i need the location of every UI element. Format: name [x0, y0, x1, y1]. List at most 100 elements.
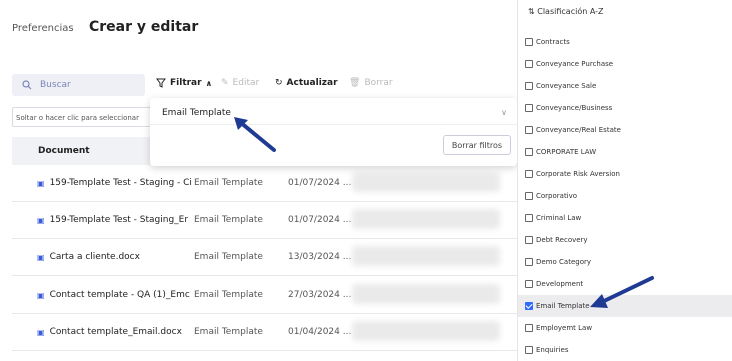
document-icon: ▣: [37, 327, 45, 337]
delete-label: Borrar: [364, 78, 393, 88]
row-category: Email Template: [194, 178, 263, 188]
category-option[interactable]: Debt Recovery: [518, 229, 732, 251]
category-checkbox[interactable]: [525, 214, 533, 222]
category-option-label: Contracts: [536, 38, 570, 46]
category-option[interactable]: Development: [518, 273, 732, 295]
category-option[interactable]: Criminal Law: [518, 207, 732, 229]
filter-select-value[interactable]: Email Template: [162, 108, 231, 118]
file-drop-zone[interactable]: Soltar o hacer clic para seleccionar: [12, 107, 160, 127]
screen: Preferencias Crear y editar Buscar Filtr…: [0, 0, 732, 361]
search-input[interactable]: Buscar: [12, 74, 145, 96]
blurred-content: [352, 246, 500, 266]
category-option[interactable]: CORPORATE LAW: [518, 141, 732, 163]
category-checkbox[interactable]: [525, 170, 533, 178]
category-checkbox[interactable]: [525, 280, 533, 288]
filter-button[interactable]: Filtrar ∧: [156, 78, 212, 88]
category-checkbox[interactable]: [525, 104, 533, 112]
category-option[interactable]: Contracts: [518, 31, 732, 53]
search-placeholder: Buscar: [40, 80, 71, 90]
category-checkbox[interactable]: [525, 324, 533, 332]
row-document[interactable]: Contact template_Email.docx: [50, 327, 182, 337]
sort-icon: ⇅: [528, 7, 535, 16]
category-option[interactable]: Employemt Law: [518, 317, 732, 339]
category-option-label: Demo Category: [536, 258, 591, 266]
category-dropdown-panel: ⇅ Clasificación A-Z Contracts Conveyance …: [517, 0, 732, 361]
pencil-icon: ✎: [221, 78, 229, 88]
blurred-content: [352, 321, 500, 341]
row-date: 01/07/2024 ...: [288, 215, 352, 225]
blurred-content: [352, 209, 500, 229]
search-icon: [22, 80, 32, 90]
table-row[interactable]: ▣ Carta a cliente.docx Email Template 13/…: [12, 238, 517, 276]
filter-panel: Email Template ∨ Borrar filtros: [150, 98, 517, 166]
category-option-label: Debt Recovery: [536, 236, 588, 244]
chevron-down-icon[interactable]: ∨: [501, 108, 507, 117]
category-option-label: Development: [536, 280, 584, 288]
category-option[interactable]: Conveyance Sale: [518, 75, 732, 97]
filter-label: Filtrar: [170, 78, 202, 88]
category-option[interactable]: Conveyance/Business: [518, 97, 732, 119]
row-date: 01/07/2024 ...: [288, 178, 352, 188]
category-option[interactable]: Demo Category: [518, 251, 732, 273]
sort-label: Clasificación A-Z: [537, 7, 604, 16]
row-date: 13/03/2024 ...: [288, 252, 352, 262]
category-option-label: Corporativo: [536, 192, 578, 200]
row-category: Email Template: [194, 215, 263, 225]
breadcrumb[interactable]: Preferencias: [12, 23, 74, 34]
category-option-label: Conveyance Purchase: [536, 60, 614, 68]
document-icon: ▣: [37, 178, 45, 188]
table-row[interactable]: ▣ 159-Template Test - Staging_Er Email Te…: [12, 201, 517, 239]
filter-icon: [156, 78, 166, 88]
category-option-label: Conveyance/Business: [536, 104, 613, 112]
refresh-icon: ↻: [275, 78, 283, 88]
row-category: Email Template: [194, 290, 263, 300]
category-checkbox[interactable]: [525, 258, 533, 266]
table-row[interactable]: ▣ 159-Template Test - Staging - Ci Email …: [12, 164, 517, 202]
refresh-label: Actualizar: [286, 78, 338, 88]
category-option-label: Corporate Risk Aversion: [536, 170, 620, 178]
category-checkbox[interactable]: [525, 236, 533, 244]
document-icon: ▣: [37, 252, 45, 262]
divider: [150, 124, 517, 125]
category-option[interactable]: Email Template: [518, 295, 732, 317]
row-document[interactable]: Contact template - QA (1)_Emc: [50, 290, 190, 300]
category-option[interactable]: Corporate Risk Aversion: [518, 163, 732, 185]
category-option-label: Conveyance/Real Estate: [536, 126, 621, 134]
category-checkbox[interactable]: [525, 192, 533, 200]
category-checkbox[interactable]: [525, 60, 533, 68]
row-date: 01/04/2024 ...: [288, 327, 352, 337]
category-checkbox[interactable]: [525, 38, 533, 46]
category-option-label: Email Template: [536, 302, 590, 310]
category-option-label: Employemt Law: [536, 324, 593, 332]
category-checkbox[interactable]: [525, 346, 533, 354]
sort-option[interactable]: ⇅ Clasificación A-Z: [528, 7, 603, 16]
category-option-label: Enquiries: [536, 346, 569, 354]
column-header-document[interactable]: Document: [38, 146, 90, 156]
category-checkbox[interactable]: [525, 82, 533, 90]
row-document[interactable]: Carta a cliente.docx: [50, 252, 140, 262]
delete-button[interactable]: 🗑 Borrar: [349, 78, 393, 88]
category-option[interactable]: Conveyance/Real Estate: [518, 119, 732, 141]
row-category: Email Template: [194, 252, 263, 262]
category-option-label: CORPORATE LAW: [536, 148, 597, 156]
trash-icon: 🗑: [349, 78, 361, 88]
category-option-label: Conveyance Sale: [536, 82, 597, 90]
row-category: Email Template: [194, 327, 263, 337]
table-row[interactable]: ▣ Contact template - QA (1)_Emc Email Tem…: [12, 276, 517, 314]
document-icon: ▣: [37, 290, 45, 300]
blurred-content: [352, 284, 500, 304]
row-date: 27/03/2024 ...: [288, 290, 352, 300]
edit-button[interactable]: ✎ Editar: [221, 78, 259, 88]
category-checkbox[interactable]: [525, 148, 533, 156]
table-row[interactable]: ▣ Contact template_Email.docx Email Templ…: [12, 313, 517, 351]
category-checkbox[interactable]: [525, 302, 533, 310]
clear-filters-button[interactable]: Borrar filtros: [443, 135, 511, 155]
row-document[interactable]: 159-Template Test - Staging - Ci: [50, 178, 192, 188]
refresh-button[interactable]: ↻ Actualizar: [275, 78, 338, 88]
row-document[interactable]: 159-Template Test - Staging_Er: [50, 215, 189, 225]
category-option[interactable]: Conveyance Purchase: [518, 53, 732, 75]
category-option[interactable]: Enquiries: [518, 339, 732, 361]
category-option[interactable]: Corporativo: [518, 185, 732, 207]
category-checkbox[interactable]: [525, 126, 533, 134]
category-option-label: Criminal Law: [536, 214, 582, 222]
